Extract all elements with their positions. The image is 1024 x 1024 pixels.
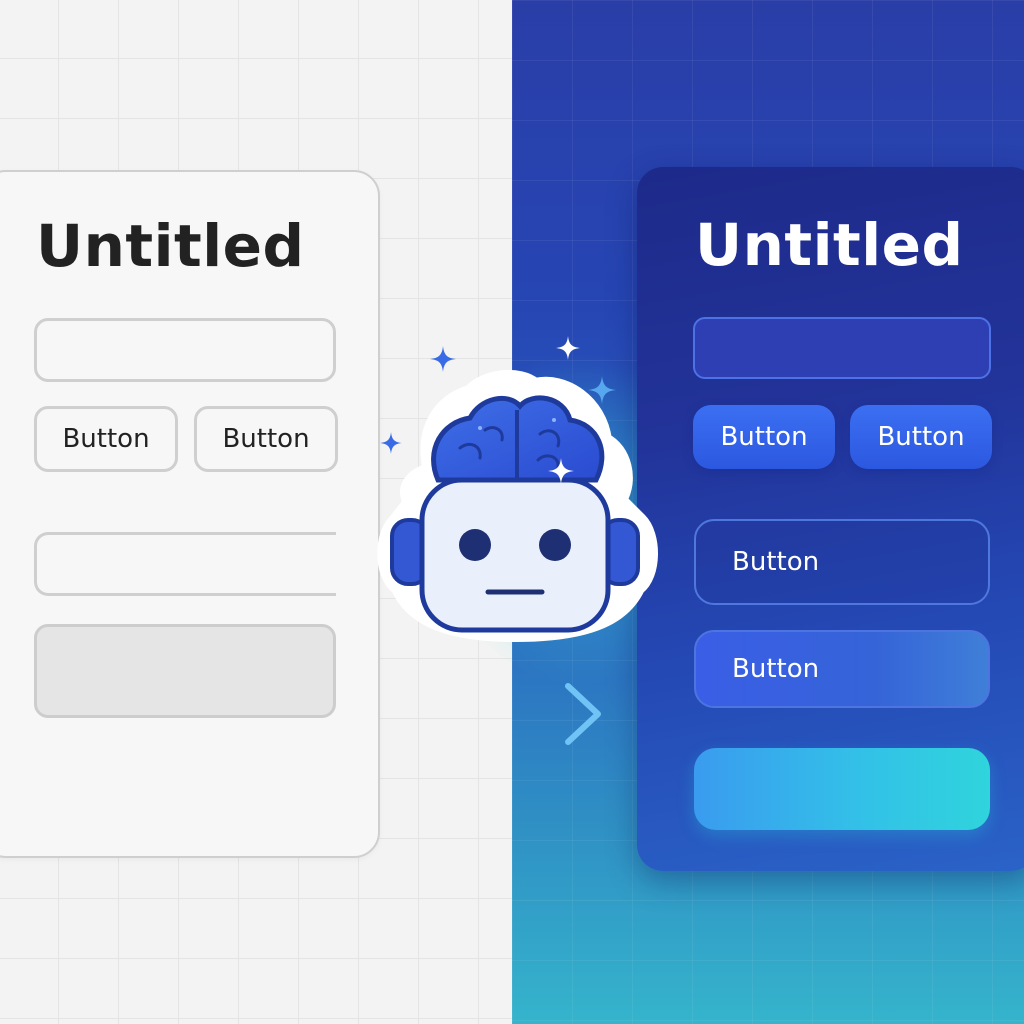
transform-arrow-icon — [428, 683, 601, 745]
wireframe-field[interactable] — [34, 532, 336, 596]
wireframe-input[interactable] — [34, 318, 336, 382]
sparkle-icon — [380, 432, 402, 454]
soft-button-label: Button — [732, 654, 820, 684]
styled-cta-button[interactable] — [694, 748, 990, 830]
wireframe-button-1[interactable]: Button — [34, 406, 178, 472]
outline-button-label: Button — [732, 547, 820, 577]
wireframe-button-2[interactable]: Button — [194, 406, 338, 472]
styled-title: Untitled — [695, 211, 964, 279]
styled-input[interactable] — [693, 317, 991, 379]
wireframe-block[interactable] — [34, 624, 336, 718]
styled-button-2[interactable]: Button — [850, 405, 992, 469]
wireframe-card: Untitled Button Button — [0, 170, 380, 858]
sparkle-icon — [556, 336, 580, 360]
sparkle-icon — [430, 346, 456, 372]
styled-button-1[interactable]: Button — [693, 405, 835, 469]
styled-soft-button[interactable]: Button — [694, 630, 990, 708]
styled-card: Untitled Button Button Button Button — [637, 167, 1024, 871]
robot-brain-icon — [377, 369, 658, 643]
styled-outline-button[interactable]: Button — [694, 519, 990, 605]
wireframe-title: Untitled — [36, 212, 305, 280]
sparkle-icon — [548, 458, 574, 484]
sparkle-icon — [588, 376, 616, 404]
